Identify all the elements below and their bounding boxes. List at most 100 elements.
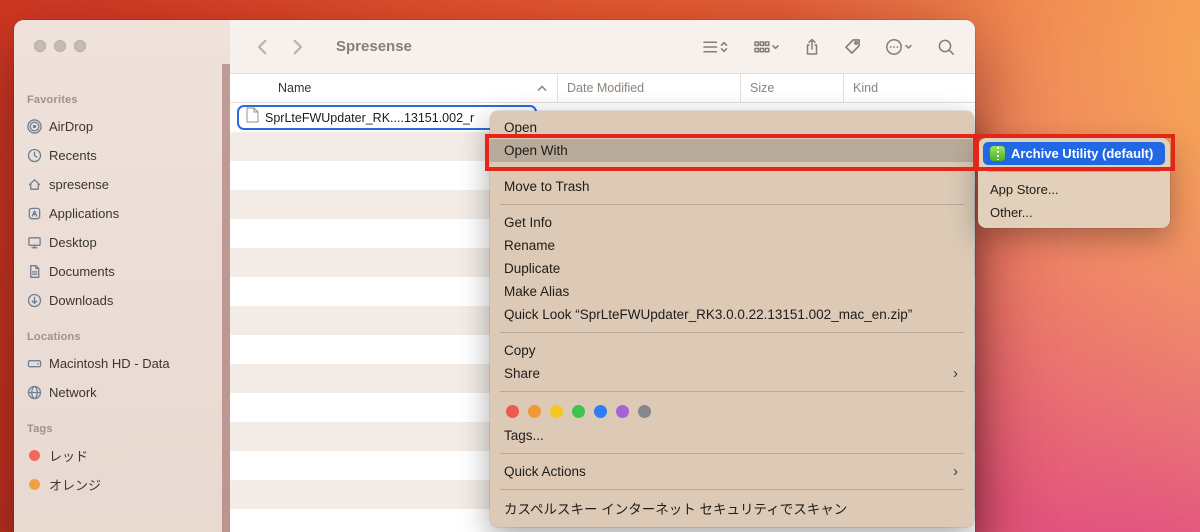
sidebar: Favorites AirDrop Recents spresense Appl… bbox=[14, 20, 230, 532]
column-label: Kind bbox=[853, 81, 878, 95]
sidebar-item-documents[interactable]: Documents bbox=[14, 257, 230, 286]
tag-colors-row bbox=[490, 398, 974, 424]
menu-item-quick-actions[interactable]: Quick Actions › bbox=[490, 460, 974, 483]
sidebar-item-label: Downloads bbox=[49, 293, 113, 308]
close-button[interactable] bbox=[34, 40, 46, 52]
sidebar-item-label: AirDrop bbox=[49, 119, 93, 134]
sidebar-item-spresense[interactable]: spresense bbox=[14, 170, 230, 199]
menu-item-copy[interactable]: Copy bbox=[490, 339, 974, 362]
document-icon bbox=[27, 264, 42, 279]
column-header-kind[interactable]: Kind bbox=[843, 74, 975, 102]
menu-item-label: App Store... bbox=[990, 182, 1059, 197]
group-by-button[interactable] bbox=[753, 39, 780, 55]
menu-item-label: Get Info bbox=[504, 215, 552, 230]
submenu-item-other[interactable]: Other... bbox=[978, 201, 1170, 224]
menu-item-open[interactable]: Open bbox=[490, 116, 974, 139]
menu-item-duplicate[interactable]: Duplicate bbox=[490, 257, 974, 280]
menu-item-move-to-trash[interactable]: Move to Trash bbox=[490, 175, 974, 198]
menu-item-make-alias[interactable]: Make Alias bbox=[490, 280, 974, 303]
sidebar-item-macintosh-hd[interactable]: Macintosh HD - Data bbox=[14, 349, 230, 378]
zoom-button[interactable] bbox=[74, 40, 86, 52]
column-label: Name bbox=[278, 81, 311, 95]
sidebar-item-applications[interactable]: Applications bbox=[14, 199, 230, 228]
sidebar-item-recents[interactable]: Recents bbox=[14, 141, 230, 170]
sidebar-divider bbox=[222, 64, 230, 532]
menu-item-label: Make Alias bbox=[504, 284, 569, 299]
minimize-button[interactable] bbox=[54, 40, 66, 52]
tag-icon bbox=[844, 38, 861, 55]
view-options-button[interactable] bbox=[702, 39, 729, 55]
share-button[interactable] bbox=[804, 38, 820, 56]
column-header-size[interactable]: Size bbox=[740, 74, 843, 102]
sidebar-item-label: Network bbox=[49, 385, 97, 400]
menu-item-get-info[interactable]: Get Info bbox=[490, 211, 974, 234]
file-name: SprLteFWUpdater_RK....13151.002_r bbox=[265, 111, 474, 125]
menu-item-share[interactable]: Share › bbox=[490, 362, 974, 385]
toolbar: Spresense bbox=[230, 20, 975, 74]
back-button[interactable] bbox=[254, 38, 272, 56]
share-icon bbox=[804, 38, 820, 56]
menu-item-tags[interactable]: Tags... bbox=[490, 424, 974, 447]
menu-separator bbox=[500, 489, 964, 490]
applications-icon bbox=[27, 206, 42, 221]
orange-tag-icon bbox=[29, 479, 40, 490]
submenu-item-archive-utility[interactable]: Archive Utility (default) bbox=[983, 142, 1165, 165]
sidebar-item-label: レッド bbox=[49, 446, 88, 465]
menu-item-quick-look[interactable]: Quick Look “SprLteFWUpdater_RK3.0.0.22.1… bbox=[490, 303, 974, 326]
menu-item-open-with[interactable]: Open With bbox=[490, 139, 974, 162]
search-button[interactable] bbox=[937, 38, 955, 56]
desktop-wallpaper: Favorites AirDrop Recents spresense Appl… bbox=[0, 0, 1200, 532]
toolbar-icons bbox=[702, 38, 955, 56]
sidebar-item-tag-orange[interactable]: オレンジ bbox=[14, 470, 230, 499]
tag-color-gray[interactable] bbox=[638, 405, 651, 418]
context-menu: Open Open With Move to Trash Get Info Re… bbox=[490, 111, 974, 527]
archive-utility-icon bbox=[990, 146, 1005, 161]
tag-color-red[interactable] bbox=[506, 405, 519, 418]
sidebar-item-downloads[interactable]: Downloads bbox=[14, 286, 230, 315]
submenu-item-app-store[interactable]: App Store... bbox=[978, 178, 1170, 201]
window-controls bbox=[34, 40, 86, 52]
menu-separator bbox=[500, 453, 964, 454]
search-icon bbox=[937, 38, 955, 56]
column-label: Date Modified bbox=[567, 81, 644, 95]
menu-separator bbox=[500, 391, 964, 392]
sidebar-item-label: spresense bbox=[49, 177, 109, 192]
list-view-icon bbox=[702, 39, 729, 55]
tag-color-blue[interactable] bbox=[594, 405, 607, 418]
globe-icon bbox=[27, 385, 42, 400]
tag-color-yellow[interactable] bbox=[550, 405, 563, 418]
menu-item-rename[interactable]: Rename bbox=[490, 234, 974, 257]
sidebar-item-label: Recents bbox=[49, 148, 97, 163]
window-title: Spresense bbox=[336, 38, 412, 55]
back-chevron-icon bbox=[254, 38, 272, 56]
tags-button[interactable] bbox=[844, 38, 861, 55]
menu-item-kaspersky-scan[interactable]: カスペルスキー インターネット セキュリティでスキャン bbox=[490, 496, 974, 519]
tag-color-purple[interactable] bbox=[616, 405, 629, 418]
sidebar-item-network[interactable]: Network bbox=[14, 378, 230, 407]
clock-icon bbox=[27, 148, 42, 163]
tag-color-green[interactable] bbox=[572, 405, 585, 418]
sidebar-item-airdrop[interactable]: AirDrop bbox=[14, 112, 230, 141]
menu-item-label: Share bbox=[504, 366, 540, 381]
menu-item-label: Other... bbox=[990, 205, 1033, 220]
menu-item-label: Move to Trash bbox=[504, 179, 590, 194]
tag-color-orange[interactable] bbox=[528, 405, 541, 418]
sidebar-section-favorites: Favorites AirDrop Recents spresense Appl… bbox=[14, 94, 230, 315]
sidebar-item-tag-red[interactable]: レッド bbox=[14, 441, 230, 470]
sidebar-item-label: オレンジ bbox=[49, 475, 101, 494]
menu-item-label: Tags... bbox=[504, 428, 544, 443]
more-actions-button[interactable] bbox=[885, 38, 913, 56]
column-header-date-modified[interactable]: Date Modified bbox=[557, 74, 740, 102]
sidebar-item-desktop[interactable]: Desktop bbox=[14, 228, 230, 257]
submenu-chevron-icon: › bbox=[953, 366, 958, 381]
column-header-name[interactable]: Name bbox=[230, 74, 557, 102]
forward-chevron-icon bbox=[288, 38, 306, 56]
sidebar-section-locations: Locations Macintosh HD - Data Network bbox=[14, 331, 230, 407]
forward-button[interactable] bbox=[288, 38, 306, 56]
desktop-icon bbox=[27, 235, 42, 250]
menu-item-label: Open bbox=[504, 120, 537, 135]
menu-item-label: Copy bbox=[504, 343, 536, 358]
sort-ascending-icon bbox=[537, 81, 547, 95]
section-label-locations: Locations bbox=[27, 331, 230, 345]
sidebar-section-tags: Tags レッド オレンジ bbox=[14, 423, 230, 499]
